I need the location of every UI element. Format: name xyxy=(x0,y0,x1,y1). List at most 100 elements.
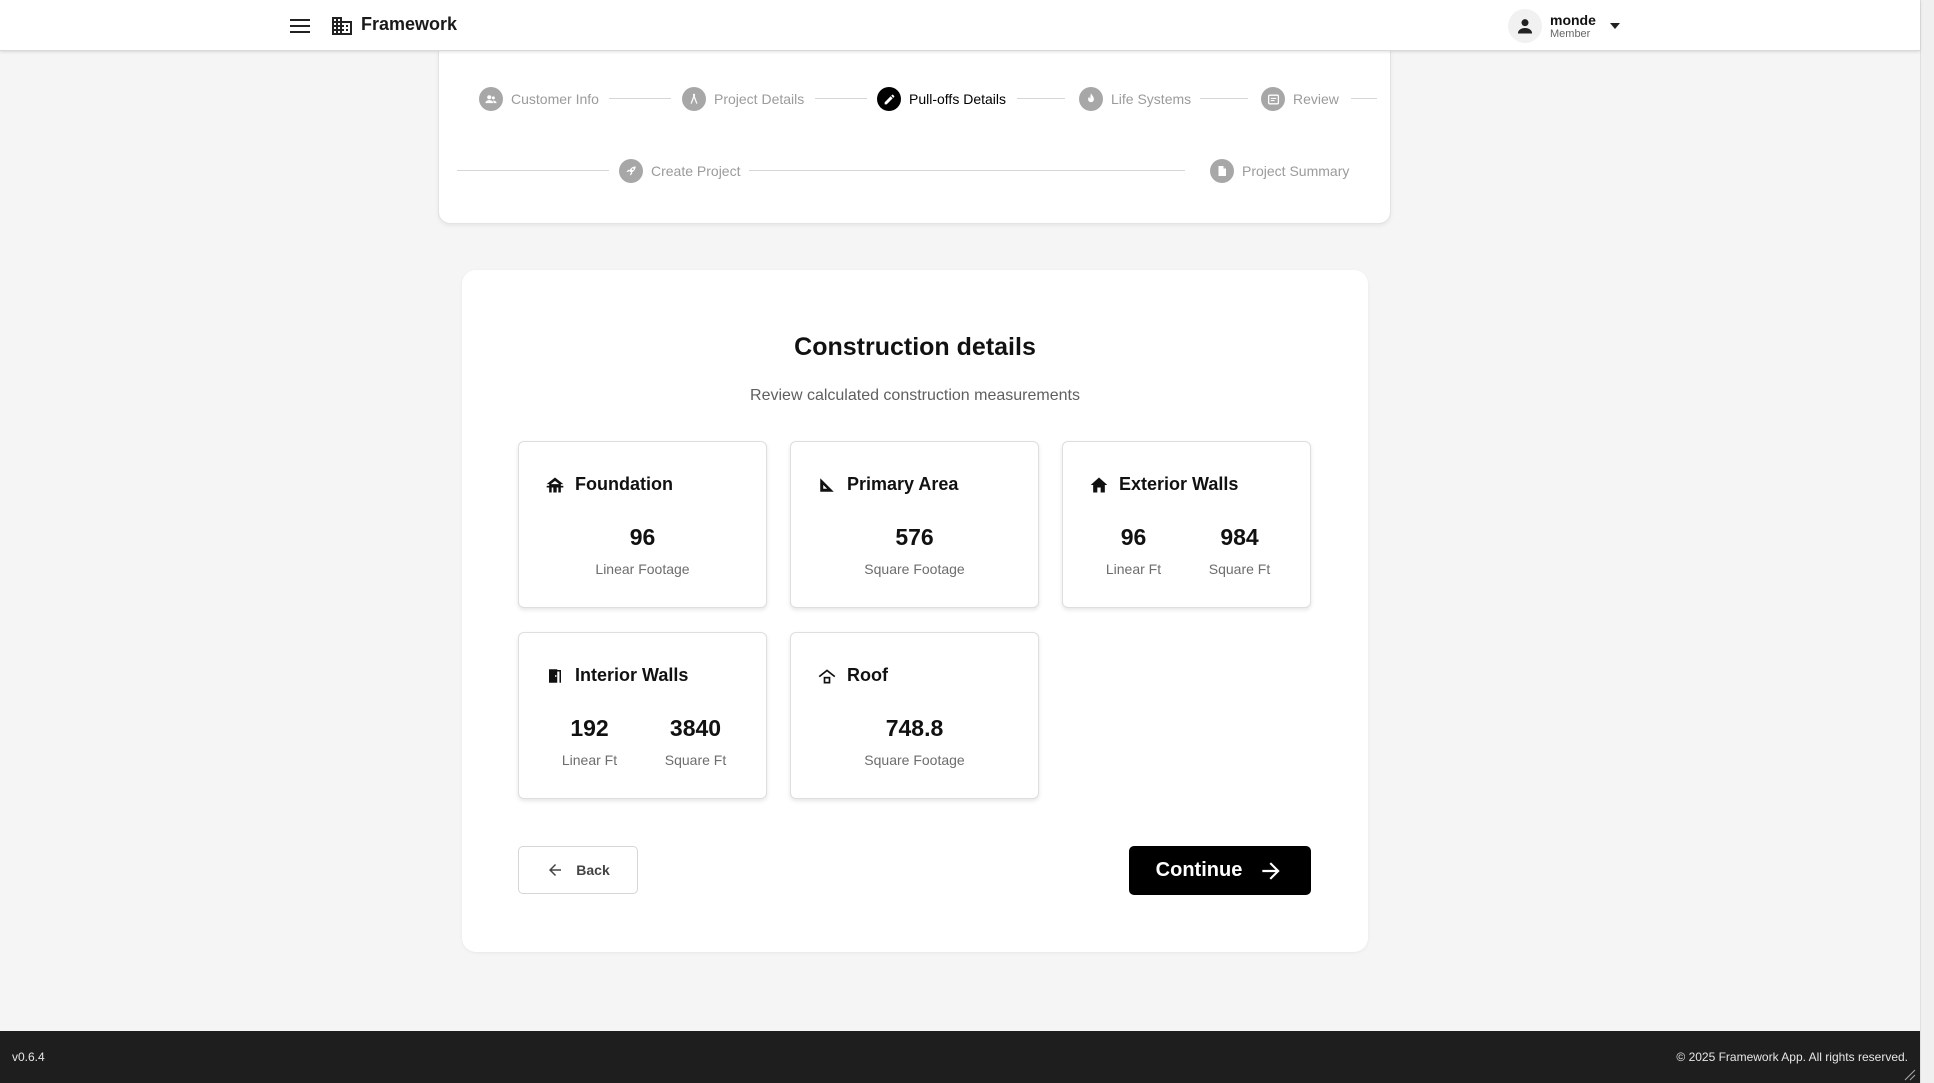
page-title: Construction details xyxy=(794,333,1036,361)
card-header: Foundation xyxy=(545,474,673,495)
document-icon xyxy=(1210,159,1234,183)
card-title: Foundation xyxy=(575,474,673,494)
continue-button[interactable]: Continue xyxy=(1129,846,1311,895)
app-viewport: Framework monde Member Customer Info Pro… xyxy=(0,0,1920,1083)
metric-unit: Square Ft xyxy=(664,752,727,768)
metric-value: 192 xyxy=(570,715,609,741)
primary-area-card: Primary Area 576 Square Footage xyxy=(790,441,1039,608)
step-connector xyxy=(815,98,867,99)
app-title: Framework xyxy=(361,14,458,34)
review-list-icon xyxy=(1261,87,1285,111)
metric: 3840 Square Ft xyxy=(661,715,731,768)
metric-unit: Square Ft xyxy=(1208,561,1271,577)
step-label: Create Project xyxy=(651,163,741,179)
metric: 192 Linear Ft xyxy=(555,715,625,768)
continue-button-label: Continue xyxy=(1155,859,1243,881)
exterior-walls-card: Exterior Walls 96 Linear Ft 984 Square F… xyxy=(1062,441,1311,608)
card-metrics: 192 Linear Ft 3840 Square Ft xyxy=(519,715,766,768)
copyright-text: © 2025 Framework App. All rights reserve… xyxy=(1676,1050,1908,1064)
step-label: Pull-offs Details xyxy=(909,91,1007,107)
resize-grip-icon[interactable] xyxy=(1902,1067,1916,1081)
footer: v0.6.4 © 2025 Framework App. All rights … xyxy=(0,1031,1920,1083)
metric-value: 748.8 xyxy=(885,715,944,741)
step-label: Life Systems xyxy=(1111,91,1192,107)
card-header: Roof xyxy=(817,665,888,686)
user-info: monde Member xyxy=(1550,12,1596,41)
step-connector xyxy=(749,170,1185,171)
foundation-icon xyxy=(545,475,565,495)
back-button-label: Back xyxy=(576,862,610,878)
metric: 96 Linear Ft xyxy=(1099,524,1169,577)
metric-value: 984 xyxy=(1220,524,1259,550)
step-create-project[interactable]: Create Project xyxy=(619,159,740,183)
user-menu[interactable]: monde Member xyxy=(1508,8,1620,44)
step-label: Project Details xyxy=(714,91,805,107)
user-name: monde xyxy=(1550,11,1596,28)
step-project-summary[interactable]: Project Summary xyxy=(1210,159,1349,183)
hamburger-menu-icon xyxy=(290,19,310,33)
menu-button[interactable] xyxy=(287,13,313,39)
card-metrics: 96 Linear Ft 984 Square Ft xyxy=(1063,524,1310,577)
step-customer-info[interactable]: Customer Info xyxy=(479,87,599,111)
card-header: Interior Walls xyxy=(545,665,688,686)
roof-icon xyxy=(817,666,837,686)
rocket-icon xyxy=(619,159,643,183)
step-review[interactable]: Review xyxy=(1261,87,1339,111)
step-pull-offs-details[interactable]: Pull-offs Details xyxy=(877,87,1006,111)
progress-stepper: Customer Info Project Details Pull-offs … xyxy=(438,51,1391,224)
metric-unit: Linear Ft xyxy=(1105,561,1162,577)
metric: 576 Square Footage xyxy=(864,524,964,577)
metric-value: 3840 xyxy=(669,715,722,741)
metric-value: 96 xyxy=(629,524,656,550)
card-metrics: 748.8 Square Footage xyxy=(791,715,1038,768)
step-label: Customer Info xyxy=(511,91,599,107)
arrow-left-icon xyxy=(549,864,562,876)
step-connector xyxy=(609,98,671,99)
card-metrics: 96 Linear Footage xyxy=(519,524,766,577)
step-label: Project Summary xyxy=(1242,163,1350,179)
metric-unit: Square Footage xyxy=(864,561,965,577)
card-title: Exterior Walls xyxy=(1119,474,1239,494)
app-version: v0.6.4 xyxy=(12,1050,45,1064)
page-subtitle: Review calculated construction measureme… xyxy=(750,387,1080,404)
step-connector xyxy=(457,170,609,171)
metric: 748.8 Square Footage xyxy=(864,715,964,768)
avatar xyxy=(1508,9,1542,43)
construction-details-card: Construction details Review calculated c… xyxy=(462,270,1368,952)
building-icon xyxy=(332,17,352,35)
vertical-scrollbar[interactable] xyxy=(1920,0,1934,1083)
roof-card: Roof 748.8 Square Footage xyxy=(790,632,1039,799)
metric: 96 Linear Footage xyxy=(595,524,689,577)
door-icon xyxy=(545,666,565,686)
step-project-details[interactable]: Project Details xyxy=(682,87,804,111)
interior-walls-card: Interior Walls 192 Linear Ft 3840 Square… xyxy=(518,632,767,799)
house-icon xyxy=(1089,475,1109,495)
user-role: Member xyxy=(1550,27,1591,40)
step-label: Review xyxy=(1293,91,1339,107)
top-app-bar: Framework monde Member xyxy=(0,0,1920,51)
step-connector xyxy=(1017,98,1065,99)
foundation-card: Foundation 96 Linear Footage xyxy=(518,441,767,608)
back-button[interactable]: Back xyxy=(518,846,638,894)
card-metrics: 576 Square Footage xyxy=(791,524,1038,577)
card-title: Roof xyxy=(847,665,888,685)
metric-value: 576 xyxy=(895,524,934,550)
people-icon xyxy=(479,87,503,111)
pencil-icon xyxy=(877,87,901,111)
caret-down-icon xyxy=(1609,23,1620,29)
step-connector xyxy=(1200,98,1248,99)
metric-unit: Square Footage xyxy=(864,752,965,768)
set-square-icon xyxy=(817,475,837,495)
card-title: Interior Walls xyxy=(575,665,689,685)
card-header: Primary Area xyxy=(817,474,958,495)
step-connector xyxy=(1351,98,1377,99)
metric-unit: Linear Footage xyxy=(595,561,690,577)
arrow-right-icon xyxy=(1262,861,1280,880)
flame-icon xyxy=(1079,87,1103,111)
compass-icon xyxy=(682,87,706,111)
metric: 984 Square Ft xyxy=(1205,524,1275,577)
card-title: Primary Area xyxy=(847,474,959,494)
metric-unit: Linear Ft xyxy=(561,752,618,768)
step-life-systems[interactable]: Life Systems xyxy=(1079,87,1191,111)
person-icon xyxy=(1517,19,1533,34)
